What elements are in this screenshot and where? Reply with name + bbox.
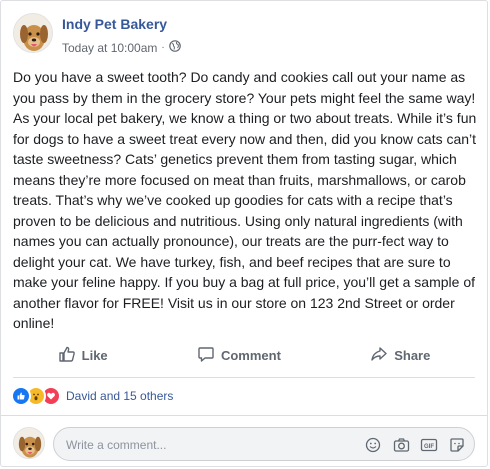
like-button[interactable]: Like <box>58 345 108 366</box>
commenter-avatar <box>13 427 45 459</box>
post-actions-bar: Like Comment Share <box>13 341 475 369</box>
comment-input-container: GIF <box>53 427 475 462</box>
globe-icon[interactable] <box>168 40 181 55</box>
comment-bubble-icon <box>197 345 215 366</box>
dog-avatar-image <box>14 14 52 52</box>
gif-icon[interactable]: GIF <box>420 436 438 454</box>
emoji-icon[interactable] <box>364 436 382 454</box>
like-icon <box>11 386 31 406</box>
comment-tools: GIF <box>364 435 466 455</box>
page-avatar[interactable] <box>13 13 53 53</box>
share-label: Share <box>394 347 431 363</box>
reaction-count-link[interactable]: David and 15 others <box>66 389 173 403</box>
post-meta: Today at 10:00am · <box>62 40 181 55</box>
post-body-text: Do you have a sweet tooth? Do candy and … <box>13 69 477 331</box>
comment-composer: GIF <box>13 425 475 462</box>
comment-label: Comment <box>220 347 281 363</box>
comments-divider <box>1 415 487 416</box>
dog-avatar-image <box>14 428 44 458</box>
like-label: Like <box>81 347 108 363</box>
comment-input[interactable] <box>64 428 358 462</box>
sticker-icon[interactable] <box>448 436 466 454</box>
page-name-link[interactable]: Indy Pet Bakery <box>62 16 167 32</box>
post-card: Indy Pet Bakery Today at 10:00am · Do yo… <box>0 0 488 467</box>
post-timestamp[interactable]: Today at 10:00am <box>62 41 157 55</box>
svg-text:GIF: GIF <box>424 444 434 450</box>
camera-icon[interactable] <box>392 436 410 454</box>
thumbs-up-icon <box>58 345 76 366</box>
actions-divider <box>13 377 475 378</box>
post-header: Indy Pet Bakery Today at 10:00am · <box>13 13 475 55</box>
share-button[interactable]: Share <box>370 345 430 366</box>
meta-separator: · <box>161 42 165 53</box>
comment-button[interactable]: Comment <box>197 345 281 366</box>
reactions-summary[interactable]: David and 15 others <box>11 386 173 406</box>
share-arrow-icon <box>370 345 388 366</box>
